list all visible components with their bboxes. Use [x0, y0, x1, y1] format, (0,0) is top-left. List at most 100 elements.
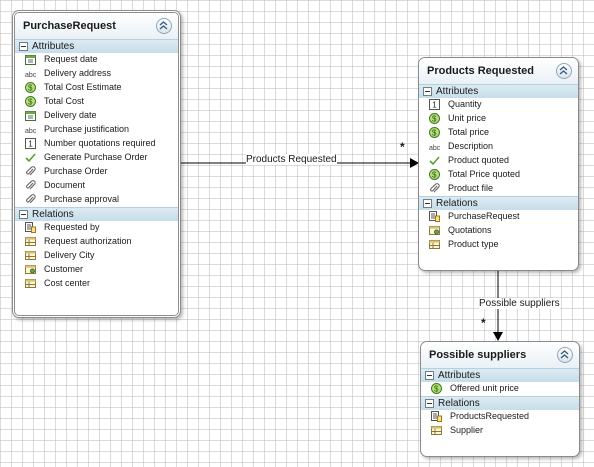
list-item[interactable]: 1 Number quotations required: [15, 137, 178, 151]
table-icon: [25, 236, 36, 247]
list-item[interactable]: Requested by: [15, 221, 178, 235]
list-item[interactable]: Purchase Order: [15, 165, 178, 179]
relations-section-header[interactable]: Relations: [419, 196, 578, 210]
calendar-icon: [25, 54, 36, 65]
svg-text:1: 1: [28, 140, 33, 149]
section-label: Relations: [32, 209, 74, 220]
list-item-label: Unit price: [448, 113, 487, 123]
checkmark-icon: [25, 152, 36, 163]
list-item[interactable]: Delivery date: [15, 109, 178, 123]
entity-header[interactable]: PurchaseRequest: [15, 13, 178, 39]
list-item[interactable]: Customer: [15, 263, 178, 277]
attributes-section-header[interactable]: Attributes: [15, 39, 178, 53]
paperclip-icon: [429, 183, 440, 194]
table-icon: [431, 425, 442, 436]
list-item-label: Customer: [44, 264, 84, 274]
list-item-label: Total Price quoted: [448, 169, 521, 179]
list-item[interactable]: Product file: [419, 182, 578, 196]
list-item-label: Description: [448, 141, 494, 151]
list-item[interactable]: abc Description: [419, 140, 578, 154]
list-item[interactable]: $ Total price: [419, 126, 578, 140]
list-item[interactable]: $ Offered unit price: [421, 382, 579, 396]
list-item[interactable]: ProductsRequested: [421, 410, 579, 424]
section-label: Relations: [438, 398, 480, 409]
list-item[interactable]: abc Purchase justification: [15, 123, 178, 137]
section-collapse-icon[interactable]: [425, 371, 434, 380]
list-item[interactable]: Purchase approval: [15, 193, 178, 207]
list-item[interactable]: $ Total Price quoted: [419, 168, 578, 182]
entity-header[interactable]: Products Requested: [419, 58, 578, 84]
relations-section-header[interactable]: Relations: [421, 396, 579, 410]
collapse-icon[interactable]: [556, 63, 572, 79]
list-item-label: Number quotations required: [44, 138, 156, 148]
section-collapse-icon[interactable]: [423, 87, 432, 96]
entity-purchase-request[interactable]: PurchaseRequest Attributes Request date a…: [12, 10, 181, 318]
section-collapse-icon[interactable]: [19, 42, 28, 51]
list-item-label: Delivery address: [44, 68, 112, 78]
list-item[interactable]: Document: [15, 179, 178, 193]
list-item[interactable]: Delivery City: [15, 249, 178, 263]
list-item[interactable]: $ Total Cost Estimate: [15, 81, 178, 95]
currency-icon: $: [25, 96, 36, 107]
list-item-label: Cost center: [44, 278, 91, 288]
paperclip-icon: [25, 194, 36, 205]
list-item[interactable]: Cost center: [15, 277, 178, 291]
list-item[interactable]: Product quoted: [419, 154, 578, 168]
number-icon: 1: [429, 99, 440, 110]
list-item-label: Total price: [448, 127, 490, 137]
list-item[interactable]: Request date: [15, 53, 178, 67]
svg-text:$: $: [434, 385, 439, 394]
list-item-label: Document: [44, 180, 86, 190]
entity-list-icon: [429, 211, 440, 222]
list-item-label: Product file: [448, 183, 494, 193]
list-item-label: Purchase justification: [44, 124, 130, 134]
svg-text:$: $: [432, 171, 437, 180]
attributes-section-header[interactable]: Attributes: [421, 368, 579, 382]
list-item-label: Request date: [44, 54, 98, 64]
list-item[interactable]: $ Total Cost: [15, 95, 178, 109]
section-collapse-icon[interactable]: [423, 199, 432, 208]
paperclip-icon: [25, 180, 36, 191]
entity-title: Products Requested: [427, 65, 534, 77]
list-item[interactable]: Request authorization: [15, 235, 178, 249]
entity-list-icon: [431, 411, 442, 422]
attributes-section-header[interactable]: Attributes: [419, 84, 578, 98]
collapse-icon[interactable]: [557, 347, 573, 363]
table-icon: [25, 278, 36, 289]
currency-icon: $: [431, 383, 442, 394]
table-icon: [429, 239, 440, 250]
list-item[interactable]: PurchaseRequest: [419, 210, 578, 224]
section-collapse-icon[interactable]: [19, 210, 28, 219]
collapse-icon[interactable]: [156, 18, 172, 34]
entity-possible-suppliers[interactable]: Possible suppliers Attributes $ Offered u…: [420, 341, 580, 457]
list-item[interactable]: Quotations: [419, 224, 578, 238]
svg-text:abc: abc: [25, 128, 37, 135]
list-item[interactable]: Product type: [419, 238, 578, 252]
section-collapse-icon[interactable]: [425, 399, 434, 408]
svg-text:$: $: [432, 115, 437, 124]
entity-products-requested[interactable]: Products Requested Attributes 1 Quantity $…: [418, 57, 579, 271]
entity-list-icon: [25, 222, 36, 233]
paperclip-icon: [25, 166, 36, 177]
list-item[interactable]: $ Unit price: [419, 112, 578, 126]
list-item[interactable]: Supplier: [421, 424, 579, 438]
checkmark-icon: [429, 155, 440, 166]
svg-text:abc: abc: [429, 145, 441, 152]
entity-user-icon: [25, 264, 36, 275]
list-item[interactable]: Generate Purchase Order: [15, 151, 178, 165]
list-item-label: Delivery date: [44, 110, 97, 120]
list-item-label: Purchase Order: [44, 166, 108, 176]
list-item[interactable]: 1 Quantity: [419, 98, 578, 112]
svg-text:1: 1: [432, 101, 437, 110]
section-label: Attributes: [436, 86, 479, 97]
text-icon: abc: [429, 141, 441, 152]
relations-section-header[interactable]: Relations: [15, 207, 178, 221]
currency-icon: $: [429, 113, 440, 124]
number-icon: 1: [25, 138, 36, 149]
list-item-label: Total Cost Estimate: [44, 82, 122, 92]
list-item[interactable]: abc Delivery address: [15, 67, 178, 81]
svg-text:$: $: [28, 84, 33, 93]
section-label: Attributes: [438, 370, 481, 381]
multiplicity-products-requested: *: [400, 140, 405, 154]
entity-header[interactable]: Possible suppliers: [421, 342, 579, 368]
